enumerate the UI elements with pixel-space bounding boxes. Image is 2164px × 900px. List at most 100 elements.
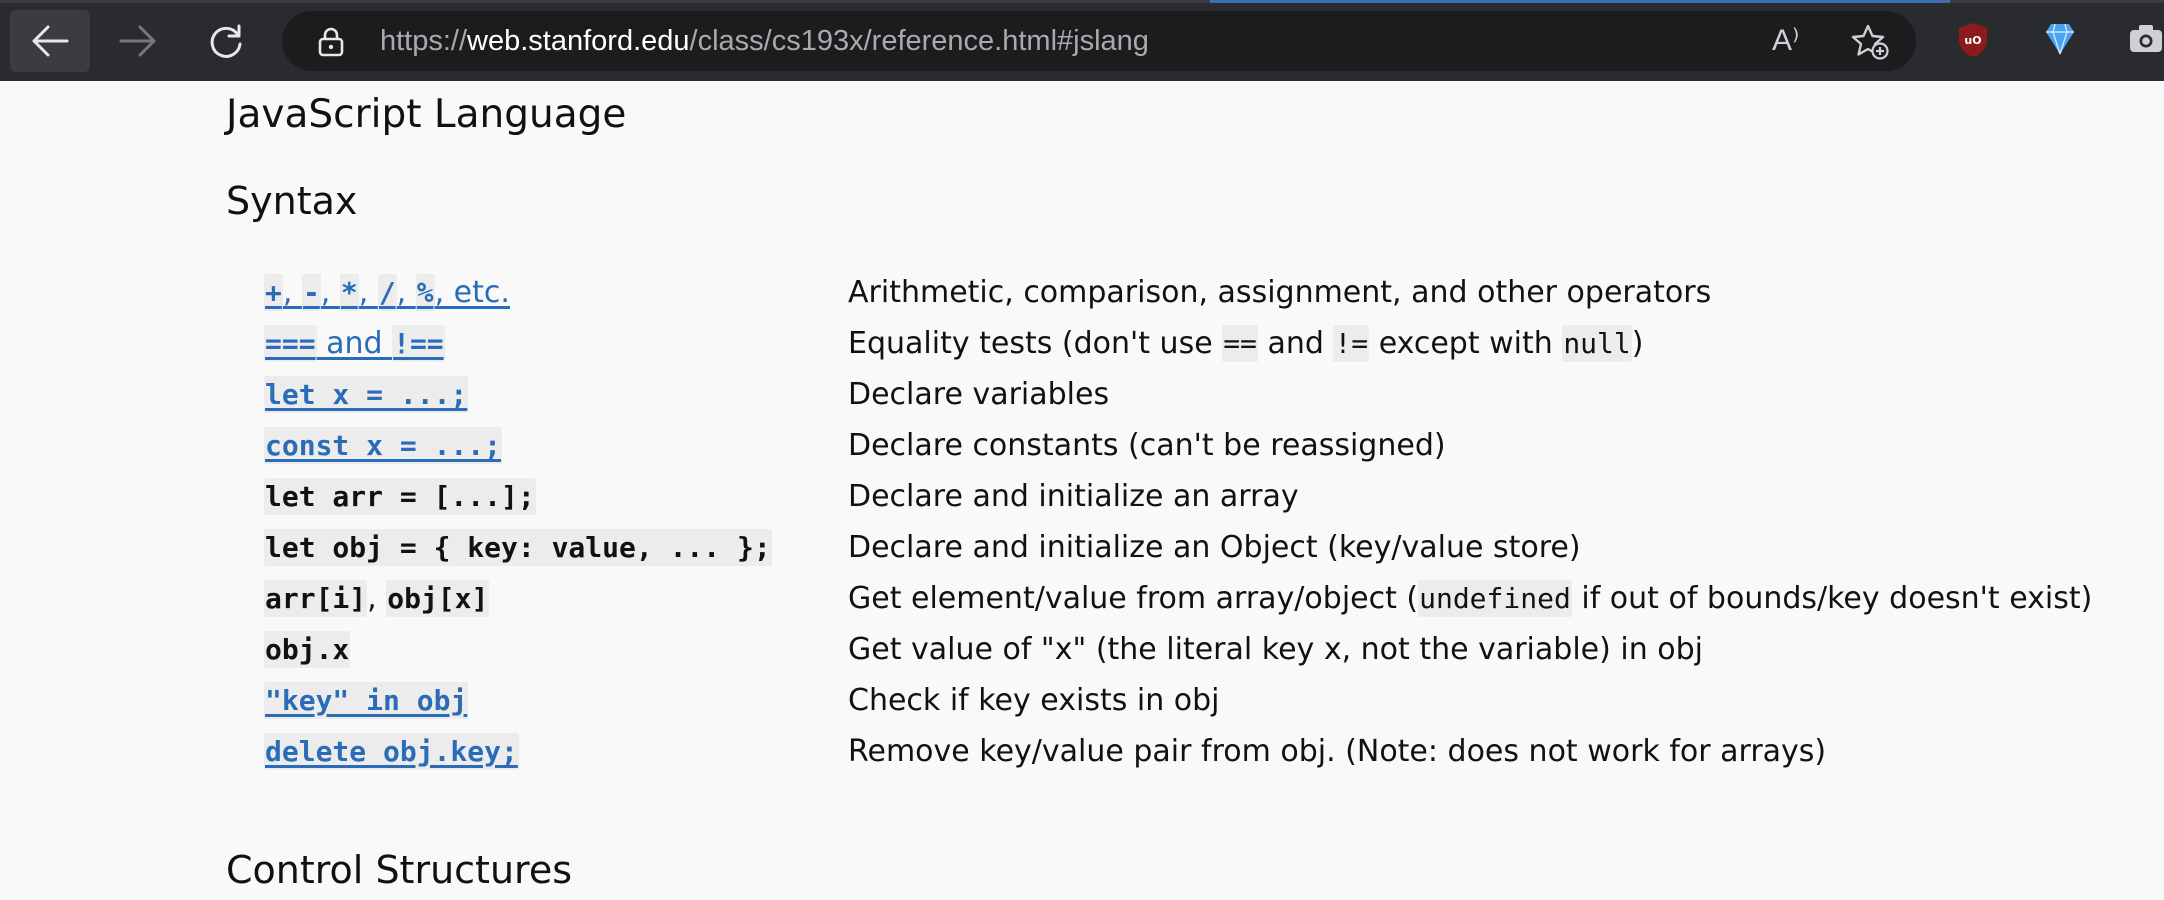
forward-button[interactable] <box>98 10 178 72</box>
camera-icon[interactable] <box>2128 22 2164 54</box>
code-modulo: % <box>415 274 435 311</box>
syntax-cell: let x = ...; <box>264 369 848 420</box>
description-cell: Get element/value from array/object (und… <box>848 573 2092 624</box>
code-object-literal: let obj = { key: value, ... }; <box>264 529 772 566</box>
description-text: Check if key exists in obj <box>848 682 1220 718</box>
code-divide: / <box>377 274 397 311</box>
description-text: Declare variables <box>848 376 1110 412</box>
code-in: "key" in obj <box>264 682 469 719</box>
syntax-cell: const x = ...; <box>264 420 848 471</box>
separator: and <box>316 326 393 361</box>
code-array-index: arr[i] <box>264 580 368 617</box>
syntax-cell: delete obj.key; <box>264 726 848 777</box>
description-text: Get element/value from array/object ( <box>848 580 1419 616</box>
section-heading-syntax: Syntax <box>226 179 358 223</box>
inline-code: null <box>1562 324 1632 362</box>
table-row: const x = ...; Declare constants (can't … <box>264 420 2092 471</box>
description-cell: Remove key/value pair from obj. (Note: d… <box>848 726 2092 777</box>
url-scheme: https:// <box>380 25 468 57</box>
description-cell: Check if key exists in obj <box>848 675 2092 726</box>
description-cell: Equality tests (don't use == and != exce… <box>848 318 2092 369</box>
inline-code: == <box>1222 324 1258 362</box>
section-heading-control-structures: Control Structures <box>226 848 573 892</box>
description-text: Remove key/value pair from obj. (Note: d… <box>848 733 1827 769</box>
page-title: JavaScript Language <box>226 92 627 137</box>
url-path: /class/cs193x/reference.html#jslang <box>689 25 1149 57</box>
syntax-cell: obj.x <box>264 624 848 675</box>
read-aloud-icon[interactable]: A⁾ <box>1772 24 1799 58</box>
description-text: Equality tests (don't use <box>848 325 1223 361</box>
table-row: let x = ...; Declare variables <box>264 369 2092 420</box>
browser-toolbar: https://web.stanford.edu/class/cs193x/re… <box>0 0 2164 81</box>
add-favorite-icon[interactable] <box>1850 23 1890 61</box>
description-text: Declare and initialize an array <box>848 478 1299 514</box>
active-tab-indicator <box>1210 0 1950 3</box>
description-cell: Declare variables <box>848 369 2092 420</box>
code-plus: + <box>264 274 283 311</box>
delete-link[interactable]: delete obj.key; <box>264 733 519 770</box>
syntax-cell: === and !== <box>264 318 848 369</box>
operators-link[interactable]: +, -, *, /, %, etc. <box>264 274 510 311</box>
reload-button[interactable] <box>186 10 266 72</box>
description-cell: Get value of "x" (the literal key x, not… <box>848 624 2092 675</box>
tab-strip-edge <box>0 0 2164 3</box>
syntax-reference-table: +, -, *, /, %, etc. Arithmetic, comparis… <box>264 267 2092 777</box>
description-text: Arithmetic, comparison, assignment, and … <box>848 274 1712 310</box>
inline-code: != <box>1333 324 1370 362</box>
ublock-origin-icon[interactable]: uO <box>1957 22 1989 58</box>
code-strict-equal: === <box>264 325 317 362</box>
code-object-index: obj[x] <box>386 580 490 617</box>
code-dot-access: obj.x <box>264 631 351 668</box>
page-content: JavaScript Language Syntax +, -, *, /, %… <box>0 81 2164 900</box>
address-bar[interactable]: https://web.stanford.edu/class/cs193x/re… <box>282 11 1916 71</box>
syntax-cell: "key" in obj <box>264 675 848 726</box>
table-row: arr[i], obj[x] Get element/value from ar… <box>264 573 2092 624</box>
svg-text:uO: uO <box>1964 34 1981 47</box>
arrow-right-icon <box>119 25 156 57</box>
separator: , <box>367 581 387 616</box>
description-text: Declare constants (can't be reassigned) <box>848 427 1446 463</box>
url-host: web.stanford.edu <box>467 25 690 57</box>
syntax-cell: arr[i], obj[x] <box>264 573 848 624</box>
syntax-cell: let obj = { key: value, ... }; <box>264 522 848 573</box>
lock-icon[interactable] <box>318 27 344 57</box>
code-array-literal: let arr = [...]; <box>264 478 536 515</box>
separator: , <box>396 275 416 310</box>
code-let: let x = ...; <box>264 376 469 413</box>
description-text: Declare and initialize an Object (key/va… <box>848 529 1581 565</box>
table-row: === and !== Equality tests (don't use ==… <box>264 318 2092 369</box>
table-row: delete obj.key; Remove key/value pair fr… <box>264 726 2092 777</box>
table-row: "key" in obj Check if key exists in obj <box>264 675 2092 726</box>
description-text: ) <box>1631 325 1644 361</box>
description-text: and <box>1257 325 1334 361</box>
url-text[interactable]: https://web.stanford.edu/class/cs193x/re… <box>380 26 1149 56</box>
code-multiply: * <box>339 274 359 311</box>
diamond-icon[interactable] <box>2045 22 2075 56</box>
code-strict-not-equal: !== <box>392 325 445 362</box>
etc-text: , etc. <box>434 275 510 310</box>
table-row: +, -, *, /, %, etc. Arithmetic, comparis… <box>264 267 2092 318</box>
syntax-cell: +, -, *, /, %, etc. <box>264 267 848 318</box>
const-link[interactable]: const x = ...; <box>264 427 503 464</box>
description-cell: Declare constants (can't be reassigned) <box>848 420 2092 471</box>
code-const: const x = ...; <box>264 427 503 464</box>
table-row: let obj = { key: value, ... }; Declare a… <box>264 522 2092 573</box>
refresh-icon <box>210 24 242 58</box>
back-button[interactable] <box>10 10 90 72</box>
description-cell: Declare and initialize an array <box>848 471 2092 522</box>
description-text: Get value of "x" (the literal key x, not… <box>848 631 1703 667</box>
arrow-left-icon <box>32 25 69 57</box>
code-minus: - <box>301 274 321 311</box>
separator: , <box>320 275 340 310</box>
separator: , <box>358 275 378 310</box>
in-operator-link[interactable]: "key" in obj <box>264 682 469 719</box>
description-text: if out of bounds/key doesn't exist) <box>1571 580 2093 616</box>
inline-code: undefined <box>1418 579 1572 617</box>
code-delete: delete obj.key; <box>264 733 519 770</box>
let-link[interactable]: let x = ...; <box>264 376 469 413</box>
separator: , <box>282 275 302 310</box>
table-row: let arr = [...]; Declare and initialize … <box>264 471 2092 522</box>
description-text: except with <box>1369 325 1563 361</box>
syntax-cell: let arr = [...]; <box>264 471 848 522</box>
equality-link[interactable]: === and !== <box>264 325 445 362</box>
